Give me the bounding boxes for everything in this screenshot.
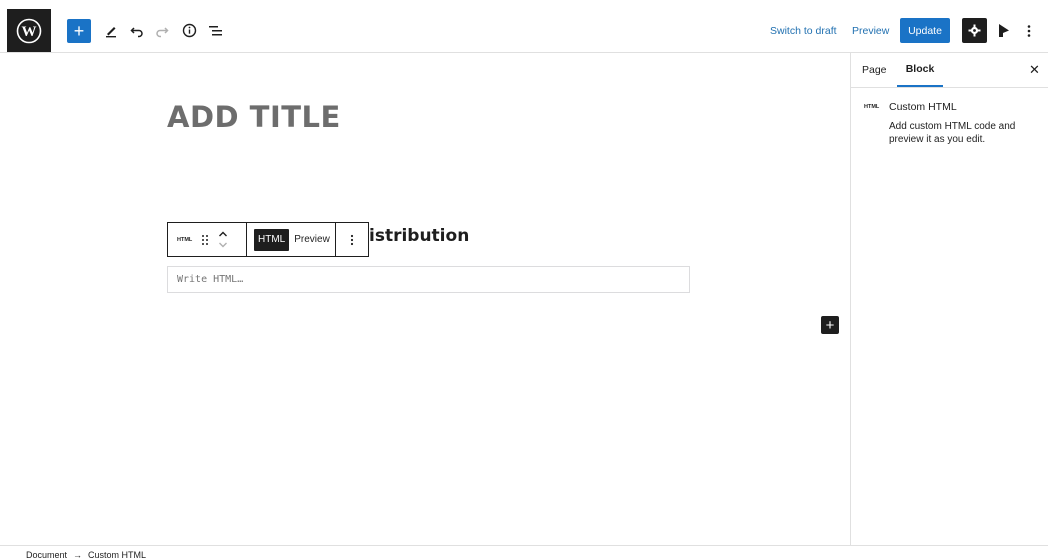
close-icon: ✕ xyxy=(1029,62,1040,77)
move-buttons xyxy=(218,230,228,249)
html-block-icon[interactable]: HTML xyxy=(177,237,192,243)
block-toolbar-group-type: HTML xyxy=(168,223,247,256)
top-strip xyxy=(0,0,1048,9)
redo-icon xyxy=(156,26,169,37)
editor-footer: Document → Custom HTML xyxy=(0,545,1048,560)
block-card-title: Custom HTML xyxy=(889,101,957,113)
breadcrumb: Document → Custom HTML xyxy=(26,550,146,560)
sidebar-tabs: Page Block ✕ xyxy=(851,53,1048,88)
plus-icon: + xyxy=(73,21,85,41)
chevron-up-icon[interactable] xyxy=(218,230,228,238)
redo-button[interactable] xyxy=(152,9,172,52)
preview-button[interactable]: Preview xyxy=(852,9,889,52)
breadcrumb-document[interactable]: Document xyxy=(26,550,67,560)
switch-to-draft-button[interactable]: Switch to draft xyxy=(770,9,837,52)
custom-html-block-icon: HTML xyxy=(864,104,880,110)
info-icon xyxy=(182,23,196,38)
update-button[interactable]: Update xyxy=(900,18,950,43)
details-button[interactable] xyxy=(179,9,199,52)
html-mode-tab[interactable]: HTML xyxy=(254,228,290,251)
preview-mode-tab[interactable]: Preview xyxy=(294,234,330,245)
tools-button[interactable] xyxy=(101,9,121,52)
more-vertical-icon xyxy=(1027,24,1031,37)
tab-block[interactable]: Block xyxy=(897,53,943,87)
add-block-button[interactable]: + xyxy=(67,19,91,43)
undo-icon xyxy=(130,26,143,37)
settings-button[interactable] xyxy=(962,18,987,43)
wordpress-logo-icon[interactable]: W xyxy=(7,9,51,52)
tab-page[interactable]: Page xyxy=(862,53,887,87)
pencil-icon xyxy=(106,26,116,37)
options-button[interactable] xyxy=(1021,9,1037,52)
list-view-button[interactable] xyxy=(205,9,225,52)
drag-handle-icon[interactable] xyxy=(201,234,209,246)
post-title-placeholder[interactable]: ADD TITLE xyxy=(167,100,341,134)
close-sidebar-button[interactable]: ✕ xyxy=(1029,53,1040,87)
custom-html-input[interactable] xyxy=(167,266,690,293)
chevron-down-icon[interactable] xyxy=(218,241,228,249)
block-inserter-button[interactable]: + xyxy=(821,316,839,334)
settings-sidebar: Page Block ✕ HTML Custom HTML Add custom… xyxy=(850,53,1048,545)
breadcrumb-custom-html: Custom HTML xyxy=(88,550,147,560)
breadcrumb-separator: → xyxy=(73,550,83,560)
plus-icon: + xyxy=(825,316,835,334)
list-view-icon xyxy=(208,25,222,35)
svg-text:W: W xyxy=(22,24,37,40)
undo-button[interactable] xyxy=(127,9,147,52)
block-card-description: Add custom HTML code and preview it as y… xyxy=(889,121,1016,145)
plugin-button[interactable] xyxy=(994,9,1014,52)
more-vertical-icon xyxy=(350,234,354,245)
editor-canvas: ADD TITLE istribution HTML HTML Preview … xyxy=(0,53,850,545)
gear-icon xyxy=(968,24,981,37)
editor-header: W + Switch to draft Preview Update xyxy=(0,9,1048,53)
heading-block-text[interactable]: istribution xyxy=(369,226,469,246)
plugin-logo-icon xyxy=(999,24,1009,37)
block-toolbar-group-mode: HTML Preview xyxy=(247,223,336,256)
block-options-button[interactable] xyxy=(336,223,368,256)
block-toolbar: HTML HTML Preview xyxy=(167,222,369,257)
